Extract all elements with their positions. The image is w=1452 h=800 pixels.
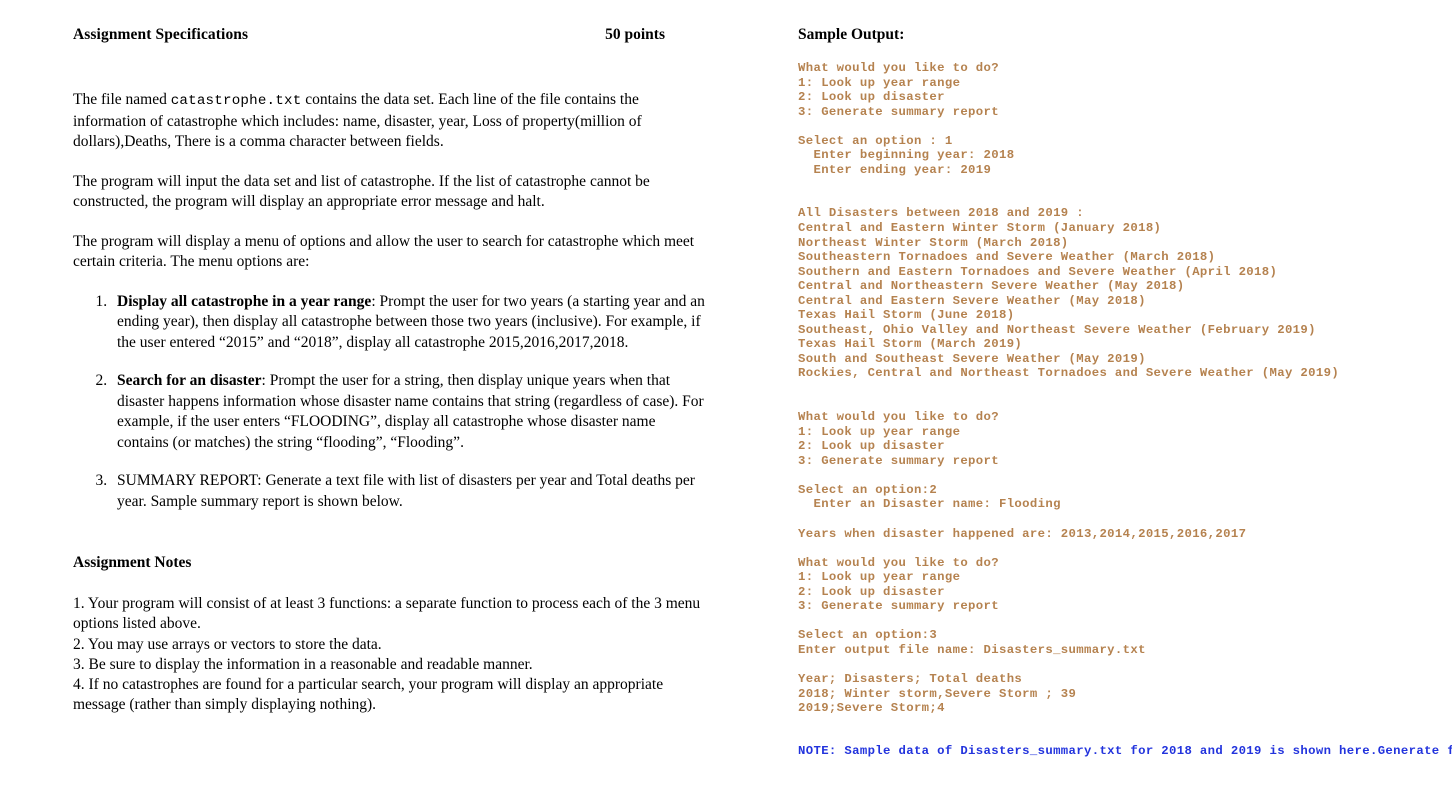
console-line: Year; Disasters; Total deaths [798,671,1023,686]
console-line: 3: Generate summary report [798,104,999,119]
menu-option-title: Display all catastrophe in a year range [117,292,372,310]
console-line: Central and Northeastern Severe Weather … [798,279,1185,294]
console-line: Enter beginning year: 2018 [798,148,1015,163]
menu-options-list: Display all catastrophe in a year range:… [73,292,705,513]
sample-output-column: Sample Output: What would you like to do… [798,26,1452,759]
paragraph-data-file-prefix: The file named [73,91,171,108]
list-item: 3. Be sure to display the information in… [73,655,533,673]
console-line: Central and Eastern Severe Weather (May … [798,293,1146,308]
console-line: Enter output file name: Disasters_summar… [798,642,1146,657]
console-line: Southeastern Tornadoes and Severe Weathe… [798,250,1216,265]
sample-output-heading: Sample Output: [798,26,905,43]
document-page: Assignment Specifications 50 points The … [0,0,1452,800]
console-line: Central and Eastern Winter Storm (Januar… [798,221,1162,236]
note-line: NOTE: Sample data of Disasters_summary.t… [798,743,1378,758]
paragraph-menu-intro: The program will display a menu of optio… [73,232,695,271]
assignment-notes-heading: Assignment Notes [73,554,192,571]
console-line: Select an option:2 [798,482,938,497]
console-line: Texas Hail Storm (June 2018) [798,308,1015,323]
console-line: 2019;Severe Storm;4 [798,701,945,716]
list-item: Search for an disaster: Prompt the user … [111,371,705,453]
console-line: Rockies, Central and Northeast Tornadoes… [798,366,1340,381]
note-line: Generate for all the years. [1377,743,1452,758]
list-item: 1. Your program will consist of at least… [73,595,701,633]
console-line: Enter an Disaster name: Flooding [798,497,1061,512]
console-line: What would you like to do? [798,555,999,570]
console-line: 2: Look up disaster [798,584,945,599]
console-output-block: What would you like to do? 1: Look up yea… [798,61,1418,716]
points-value: 50 points [605,26,665,43]
console-line: Southern and Eastern Tornadoes and Sever… [798,264,1278,279]
console-line: 3: Generate summary report [798,453,999,468]
console-line: 3: Generate summary report [798,599,999,614]
console-line: Southeast, Ohio Valley and Northeast Sev… [798,322,1316,337]
paragraph-data-file: The file named catastrophe.txt contains … [73,90,705,153]
console-line: Enter ending year: 2019 [798,162,992,177]
console-line: 2: Look up disaster [798,439,945,454]
assignment-specifications-column: Assignment Specifications 50 points The … [73,26,705,716]
console-line: 1: Look up year range [798,75,961,90]
console-line: 1: Look up year range [798,570,961,585]
console-line: Select an option:3 [798,628,938,643]
list-item: SUMMARY REPORT: Generate a text file wit… [111,471,705,512]
menu-option-text: SUMMARY REPORT: Generate a text file wit… [117,472,695,510]
assignment-notes-list: 1. Your program will consist of at least… [73,594,705,716]
console-line: Select an option : 1 [798,133,953,148]
list-item: 2. You may use arrays or vectors to stor… [73,635,382,653]
console-line: Northeast Winter Storm (March 2018) [798,235,1069,250]
console-line: 1: Look up year range [798,424,961,439]
console-line: What would you like to do? [798,61,999,75]
filename-inline-code: catastrophe.txt [170,93,302,109]
paragraph-input-dataset: The program will input the data set and … [73,172,650,211]
console-line: Texas Hail Storm (March 2019) [798,337,1023,352]
console-line: 2018; Winter storm,Severe Storm ; 39 [798,686,1077,701]
console-line: Years when disaster happened are: 2013,2… [798,526,1247,541]
specifications-header: Assignment Specifications 50 points [73,26,705,44]
console-line: What would you like to do? [798,410,999,425]
menu-option-title: Search for an disaster [117,372,262,389]
list-item: Display all catastrophe in a year range:… [111,292,705,354]
console-line: 2: Look up disaster [798,90,945,105]
console-line: All Disasters between 2018 and 2019 : [798,206,1084,221]
page-title: Assignment Specifications [73,26,249,43]
console-line: South and Southeast Severe Weather (May … [798,351,1146,366]
list-item: 4. If no catastrophes are found for a pa… [73,676,664,714]
note-block: NOTE: Sample data of Disasters_summary.t… [798,743,1452,759]
